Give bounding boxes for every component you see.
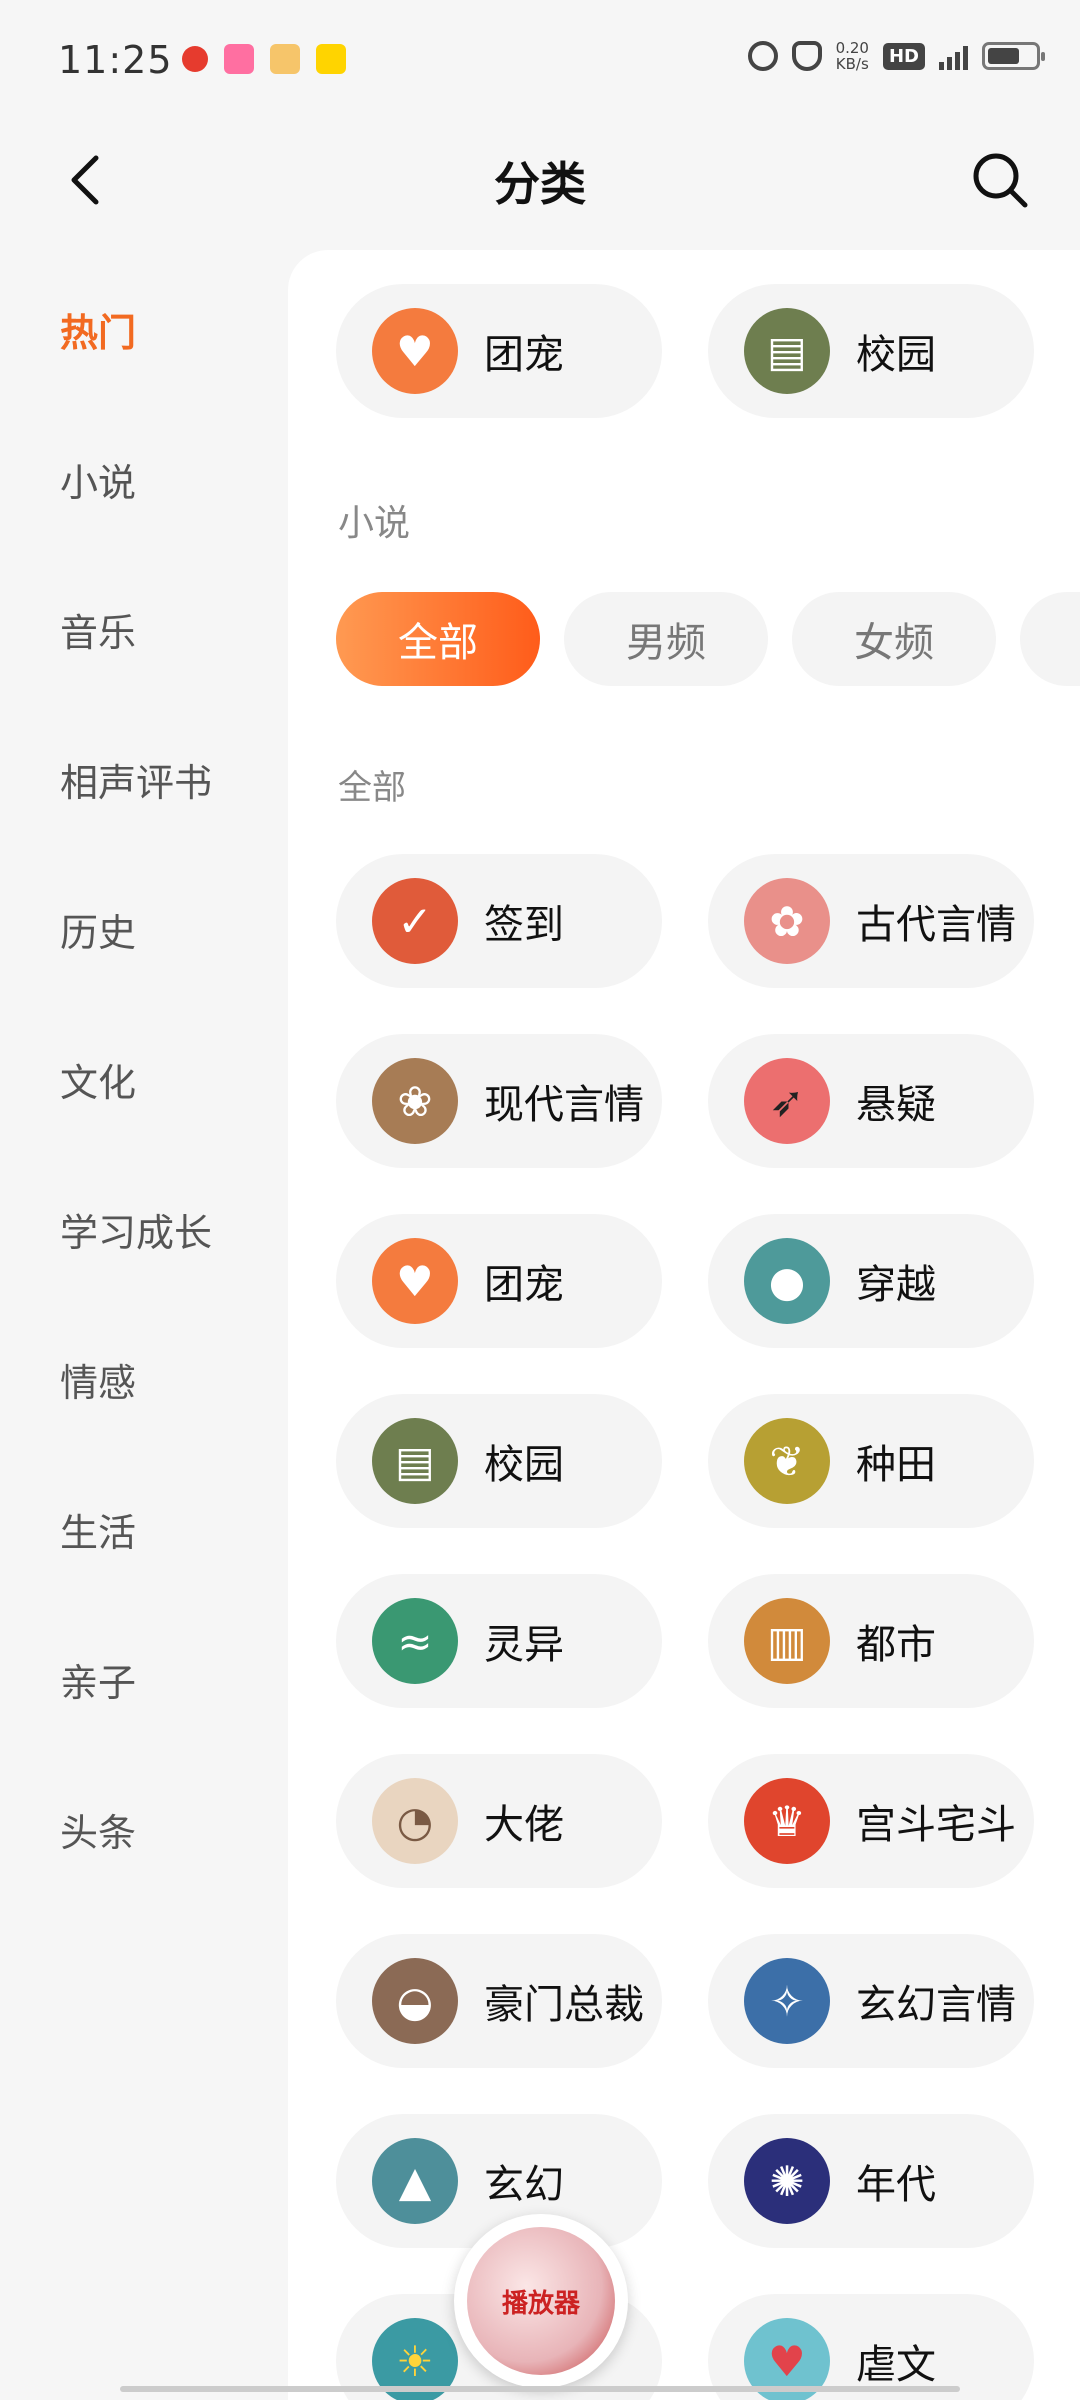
category-panel: ♥ 团宠 ▤ 校园 小说 全部 男频 女频 全部 ✓ 签到 ✿ 古代言情 ❀ 现代言情…: [288, 250, 1080, 2400]
flower-icon: ✿: [744, 878, 830, 964]
category-label: 都市: [856, 1622, 936, 1668]
status-bar: 11:25 0.20 KB/s HD: [0, 0, 1080, 120]
category-pill[interactable]: ♥ 团宠: [336, 284, 662, 418]
category-pill[interactable]: ➶ 悬疑: [708, 1034, 1034, 1168]
battery-icon: [982, 42, 1045, 70]
player-cover: 播放器: [467, 2227, 615, 2375]
heart-icon: ♥: [372, 308, 458, 394]
category-pill[interactable]: ◒ 豪门总裁: [336, 1934, 662, 2068]
hd-icon: HD: [882, 42, 925, 70]
city-icon: ▥: [744, 1598, 830, 1684]
pipe-icon: ◔: [372, 1778, 458, 1864]
tab-female[interactable]: 女频: [792, 592, 996, 686]
network-speed: 0.20 KB/s: [835, 39, 869, 73]
app-notification-icon: [182, 46, 208, 72]
gesture-bar: [120, 2386, 960, 2392]
category-pill[interactable]: ≈ 灵异: [336, 1574, 662, 1708]
category-pill[interactable]: ♛ 宫斗宅斗: [708, 1754, 1034, 1888]
category-label: 校园: [856, 332, 936, 378]
notebook-icon: ▤: [744, 308, 830, 394]
category-label: 豪门总裁: [484, 1982, 644, 2028]
mountain-icon: ▲: [372, 2138, 458, 2224]
mute-icon: [791, 41, 822, 71]
disco-ball-icon: ✺: [744, 2138, 830, 2224]
status-time: 11:25: [58, 38, 173, 82]
category-label: 大佬: [484, 1802, 564, 1848]
category-pill[interactable]: ✿ 古代言情: [708, 854, 1034, 988]
tab-all[interactable]: 全部: [336, 592, 540, 686]
section-label-all: 全部: [338, 768, 406, 808]
category-label: 穿越: [856, 1262, 936, 1308]
sidebar-item-learning[interactable]: 学习成长: [60, 1202, 212, 1257]
heart-icon: ♥: [372, 1238, 458, 1324]
empress-icon: ♛: [744, 1778, 830, 1864]
top-bar: 分类: [0, 120, 1080, 250]
sidebar-item-history[interactable]: 历史: [60, 902, 136, 957]
sidebar-item-culture[interactable]: 文化: [60, 1052, 136, 1107]
category-label: 现代言情: [484, 1082, 644, 1128]
category-pill[interactable]: ❀ 现代言情: [336, 1034, 662, 1168]
category-sidebar: 热门 小说 音乐 相声评书 历史 文化 学习成长 情感 生活 亲子 头条: [0, 250, 288, 2400]
crow-icon: ➶: [744, 1058, 830, 1144]
category-label: 团宠: [484, 332, 564, 378]
category-pill[interactable]: ✺ 年代: [708, 2114, 1034, 2248]
category-label: 玄幻: [484, 2162, 564, 2208]
category-label: 悬疑: [856, 1082, 936, 1128]
category-label: 种田: [856, 1442, 936, 1488]
sidebar-item-headlines[interactable]: 头条: [60, 1802, 136, 1857]
category-pill[interactable]: ▤ 校园: [708, 284, 1034, 418]
sidebar-item-crosstalk[interactable]: 相声评书: [60, 752, 212, 807]
category-label: 古代言情: [856, 902, 1016, 948]
category-label: 签到: [484, 902, 564, 948]
fairy-icon: ✧: [744, 1958, 830, 2044]
sidebar-item-life[interactable]: 生活: [60, 1502, 136, 1557]
sidebar-item-kids[interactable]: 亲子: [60, 1652, 136, 1707]
tab-male[interactable]: 男频: [564, 592, 768, 686]
floating-player-button[interactable]: 播放器: [454, 2214, 628, 2388]
category-label: 玄幻言情: [856, 1982, 1016, 2028]
tulip-icon: ❀: [372, 1058, 458, 1144]
sidebar-item-novel[interactable]: 小说: [60, 452, 136, 507]
category-pill[interactable]: ▥ 都市: [708, 1574, 1034, 1708]
category-pill[interactable]: ♥ 虐文: [708, 2294, 1034, 2400]
alarm-icon: [747, 41, 778, 71]
signal-icon: [939, 42, 968, 70]
category-label: 年代: [856, 2162, 936, 2208]
sidebar-item-music[interactable]: 音乐: [60, 602, 136, 657]
category-pill[interactable]: ◔ 大佬: [336, 1754, 662, 1888]
app-notification-icon: [224, 44, 254, 74]
page-title: 分类: [494, 157, 586, 211]
category-label: 虐文: [856, 2342, 936, 2388]
app-notification-icon: [316, 44, 346, 74]
calendar-check-icon: ✓: [372, 878, 458, 964]
status-icons: 0.20 KB/s HD: [747, 39, 1045, 73]
category-pill[interactable]: ❦ 种田: [708, 1394, 1034, 1528]
sidebar-item-hot[interactable]: 热门: [60, 302, 136, 357]
category-pill[interactable]: ● 穿越: [708, 1214, 1034, 1348]
tab-more[interactable]: [1020, 592, 1080, 686]
category-pill[interactable]: ▤ 校园: [336, 1394, 662, 1528]
bowl-icon: ◒: [372, 1958, 458, 2044]
category-label: 校园: [484, 1442, 564, 1488]
category-label: 团宠: [484, 1262, 564, 1308]
search-icon[interactable]: [970, 150, 1030, 210]
app-notification-icon: [270, 44, 300, 74]
category-pill[interactable]: ✓ 签到: [336, 854, 662, 988]
category-pill[interactable]: ✧ 玄幻言情: [708, 1934, 1034, 2068]
category-pill[interactable]: ♥ 团宠: [336, 1214, 662, 1348]
category-label: 宫斗宅斗: [856, 1802, 1016, 1848]
section-label-novel: 小说: [338, 503, 411, 544]
wheat-icon: ❦: [744, 1418, 830, 1504]
gourd-icon: ●: [744, 1238, 830, 1324]
category-label: 灵异: [484, 1622, 564, 1668]
cloud-swirl-icon: ≈: [372, 1598, 458, 1684]
sidebar-item-emotion[interactable]: 情感: [60, 1352, 136, 1407]
notebook-icon: ▤: [372, 1418, 458, 1504]
